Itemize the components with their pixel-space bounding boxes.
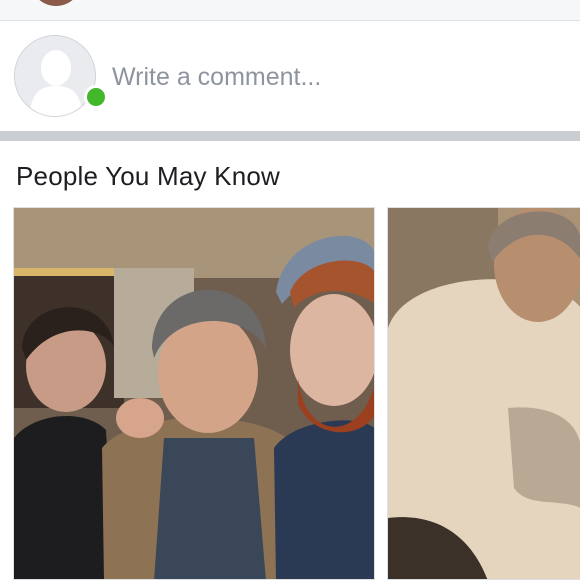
section-title: People You May Know <box>16 161 280 191</box>
suggestion-card[interactable] <box>387 207 580 580</box>
people-you-may-know: People You May Know <box>0 141 580 580</box>
suggestion-card[interactable] <box>13 207 375 580</box>
person-photo <box>388 208 580 579</box>
group-photo <box>14 208 374 579</box>
commenter-avatar[interactable] <box>30 0 82 6</box>
comment-composer <box>0 21 580 131</box>
user-avatar[interactable] <box>14 35 96 117</box>
online-status-icon <box>84 85 108 109</box>
page: People You May Know <box>0 0 580 580</box>
default-profile-icon <box>15 36 95 116</box>
previous-comment-row <box>0 0 580 21</box>
comment-input[interactable] <box>112 59 552 95</box>
section-divider <box>0 131 580 141</box>
